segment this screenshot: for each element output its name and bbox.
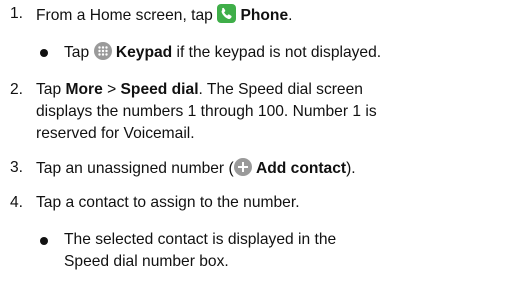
step-1-sub: Tap Keypad if the keypad is not displaye… <box>64 42 381 67</box>
bullet <box>40 49 48 57</box>
add-contact-label: Add contact <box>256 160 347 177</box>
step-4-sub-line-1: The selected contact is displayed in the <box>64 231 337 248</box>
phone-icon <box>217 4 237 30</box>
step-1-text: From a Home screen, tap Phone. <box>36 4 292 30</box>
speed-dial-label: Speed dial <box>120 81 199 98</box>
step-3-text: Tap an unassigned number ( Add contact). <box>36 158 356 183</box>
keypad-label: Keypad <box>115 44 173 61</box>
bullet <box>40 237 48 245</box>
step-4-sub-line-2: Speed dial number box. <box>64 253 229 270</box>
add-contact-icon <box>233 158 252 183</box>
more-label: More <box>65 81 103 98</box>
step-number: 2. <box>10 81 24 98</box>
step-number: 3. <box>10 159 24 176</box>
step-1: 1. <box>10 4 23 25</box>
step-2-line-3: reserved for Voicemail. <box>36 125 195 142</box>
step-4-text: Tap a contact to assign to the number. <box>36 194 300 211</box>
step-2-line-1: Tap More > Speed dial. The Speed dial sc… <box>36 81 363 98</box>
phone-label: Phone <box>240 7 289 24</box>
step-number: 1. <box>10 5 24 22</box>
step-number: 4. <box>10 194 24 211</box>
step-3: 3. <box>10 158 23 179</box>
step-2: 2. <box>10 80 23 101</box>
step-2-line-2: displays the numbers 1 through 100. Numb… <box>36 103 377 120</box>
keypad-icon <box>93 42 112 67</box>
step-4: 4. <box>10 193 23 214</box>
